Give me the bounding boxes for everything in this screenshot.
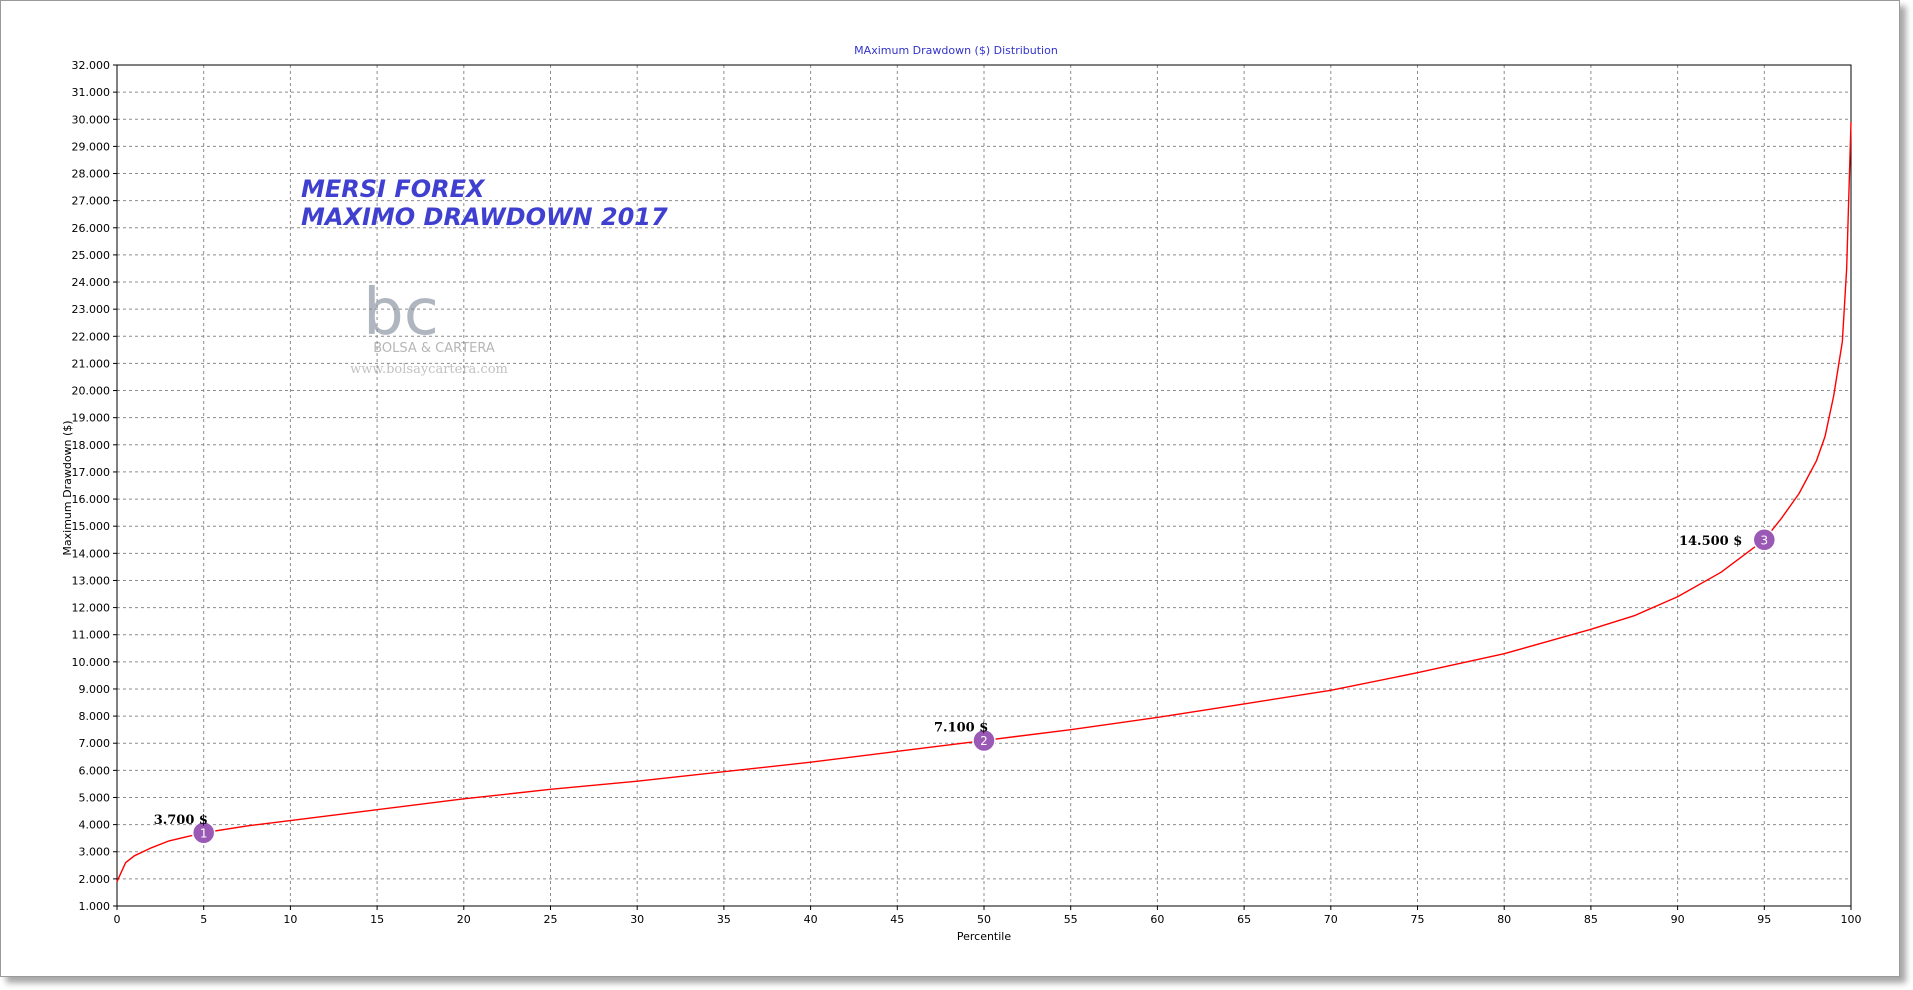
y-tick-label: 3.000: [79, 846, 111, 859]
x-tick-label: 5: [200, 913, 207, 926]
watermark-url: www.bolsaycartera.com: [350, 362, 508, 377]
y-tick-label: 8.000: [79, 710, 111, 723]
y-tick-label: 29.000: [72, 140, 111, 153]
x-tick-label: 95: [1757, 913, 1771, 926]
annotation-marker-number: 3: [1760, 533, 1768, 547]
y-tick-label: 15.000: [72, 520, 111, 533]
y-tick-label: 5.000: [79, 791, 111, 804]
x-tick-label: 70: [1324, 913, 1338, 926]
x-axis-title: Percentile: [957, 930, 1012, 943]
x-tick-label: 85: [1584, 913, 1598, 926]
x-tick-label: 60: [1150, 913, 1164, 926]
y-tick-label: 14.000: [72, 547, 111, 560]
x-tick-label: 15: [370, 913, 384, 926]
y-tick-label: 31.000: [72, 86, 111, 99]
y-tick-label: 18.000: [72, 439, 111, 452]
y-tick-label: 27.000: [72, 195, 111, 208]
x-tick-label: 30: [630, 913, 644, 926]
y-tick-label: 7.000: [79, 737, 111, 750]
y-tick-label: 2.000: [79, 873, 111, 886]
overlay-title-line-2: MAXIMO DRAWDOWN 2017: [301, 203, 668, 231]
y-tick-label: 30.000: [72, 113, 111, 126]
x-tick-label: 75: [1411, 913, 1425, 926]
x-tick-label: 25: [544, 913, 558, 926]
x-tick-label: 50: [977, 913, 991, 926]
x-tick-label: 100: [1841, 913, 1862, 926]
y-tick-label: 17.000: [72, 466, 111, 479]
y-axis-title: Maximum Drawdown ($): [61, 420, 74, 555]
x-tick-label: 0: [114, 913, 121, 926]
y-tick-label: 24.000: [72, 276, 111, 289]
y-tick-label: 6.000: [79, 764, 111, 777]
y-tick-label: 32.000: [72, 59, 111, 72]
y-tick-label: 26.000: [72, 222, 111, 235]
chart-window: bc BOLSA & CARTERA www.bolsaycartera.com…: [0, 0, 1900, 977]
y-tick-label: 13.000: [72, 574, 111, 587]
y-tick-label: 9.000: [79, 683, 111, 696]
y-tick-label: 10.000: [72, 656, 111, 669]
y-tick-label: 23.000: [72, 303, 111, 316]
x-tick-label: 20: [457, 913, 471, 926]
y-tick-label: 12.000: [72, 602, 111, 615]
watermark-logo-mark: bc: [363, 276, 439, 350]
x-tick-label: 90: [1671, 913, 1685, 926]
watermark-text: BOLSA & CARTERA: [373, 341, 495, 356]
x-tick-label: 45: [890, 913, 904, 926]
x-tick-label: 35: [717, 913, 731, 926]
y-tick-label: 19.000: [72, 412, 111, 425]
annotation-label: 3.700 $: [154, 813, 208, 828]
y-tick-label: 21.000: [72, 357, 111, 370]
chart-title: MAximum Drawdown ($) Distribution: [854, 44, 1058, 57]
y-tick-label: 1.000: [79, 900, 111, 913]
x-tick-label: 80: [1497, 913, 1511, 926]
x-tick-label: 40: [804, 913, 818, 926]
annotation-marker-number: 1: [200, 826, 208, 840]
y-tick-label: 22.000: [72, 330, 111, 343]
y-tick-label: 25.000: [72, 249, 111, 262]
annotation-marker-number: 2: [980, 734, 988, 748]
y-tick-label: 28.000: [72, 168, 111, 181]
overlay-title-line-1: MERSI FOREX: [301, 175, 486, 203]
annotation-label: 7.100 $: [934, 721, 988, 736]
y-tick-label: 20.000: [72, 385, 111, 398]
x-tick-label: 65: [1237, 913, 1251, 926]
drawdown-chart: bc BOLSA & CARTERA www.bolsaycartera.com…: [61, 44, 1862, 943]
y-tick-label: 11.000: [72, 629, 111, 642]
y-tick-label: 4.000: [79, 819, 111, 832]
y-tick-label: 16.000: [72, 493, 111, 506]
x-tick-label: 55: [1064, 913, 1078, 926]
x-tick-label: 10: [283, 913, 297, 926]
annotation-label: 14.500 $: [1679, 534, 1742, 549]
